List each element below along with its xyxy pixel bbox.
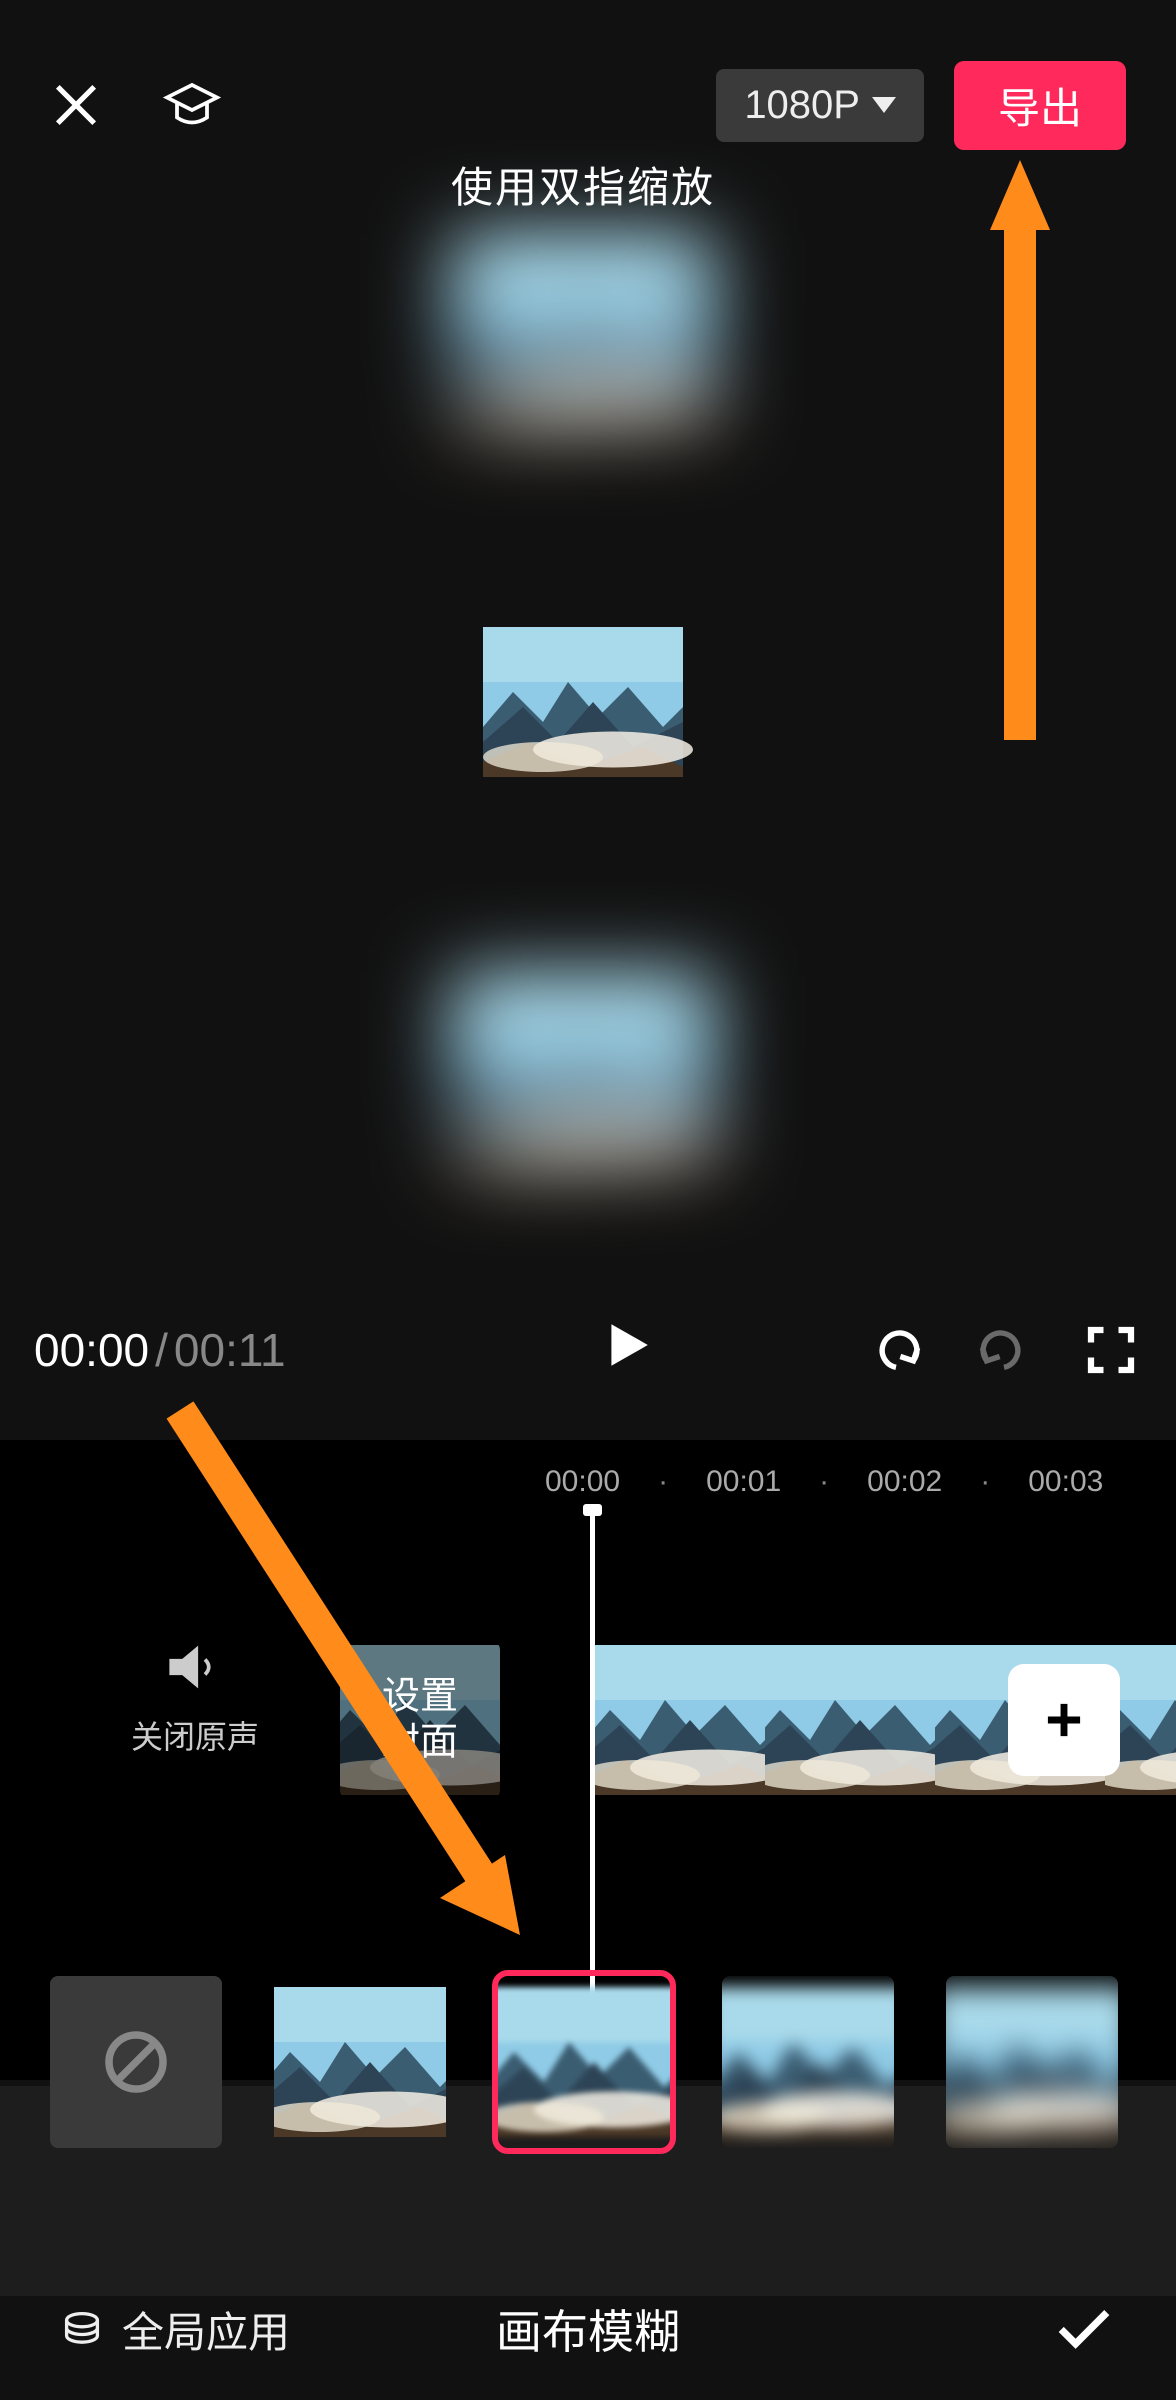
panel-title: 画布模糊 (496, 2296, 680, 2362)
global-apply-button[interactable]: 全局应用 (60, 2299, 290, 2360)
preview-video-frame (277, 522, 889, 882)
ruler-tick: · (980, 1465, 990, 1499)
blur-option-1[interactable] (498, 1976, 670, 2148)
set-cover-button[interactable]: 设置 封面 (340, 1640, 500, 1800)
add-clip-button[interactable] (1008, 1664, 1120, 1776)
bottom-action-bar: 全局应用 画布模糊 (0, 2284, 1176, 2374)
stack-icon (60, 2307, 104, 2351)
top-bar: 1080P 导出 (0, 70, 1176, 140)
time-current: 00:00 (34, 1323, 149, 1377)
blur-option-none[interactable] (50, 1976, 222, 2148)
close-button[interactable] (50, 79, 102, 131)
ruler-tick: 00:03 (1028, 1465, 1103, 1499)
fullscreen-button[interactable] (1086, 1325, 1136, 1375)
tutorial-icon[interactable] (162, 75, 222, 135)
mute-toggle[interactable]: 关闭原声 (120, 1640, 270, 1758)
clip-frame (595, 1640, 765, 1800)
export-button[interactable]: 导出 (954, 61, 1126, 150)
preview-hint-text: 使用双指缩放 (277, 154, 889, 215)
ruler-tick: 00:02 (867, 1465, 942, 1499)
timeline-ruler: 00:00 · 00:01 · 00:02 · 00:03 (0, 1462, 1176, 1502)
mute-label: 关闭原声 (131, 1712, 259, 1758)
timeline-playhead[interactable] (590, 1510, 595, 2050)
blur-option-2[interactable] (722, 1976, 894, 2148)
time-total: 00:11 (174, 1323, 286, 1377)
ruler-tick: 00:01 (706, 1465, 781, 1499)
clip-frame (765, 1640, 935, 1800)
preview-canvas[interactable]: 使用双指缩放 (277, 142, 889, 1262)
ruler-tick: · (819, 1465, 829, 1499)
redo-button[interactable] (978, 1326, 1030, 1374)
check-icon (1052, 2303, 1116, 2351)
blur-option-0[interactable] (274, 1976, 446, 2148)
quality-dropdown[interactable]: 1080P (716, 69, 924, 142)
global-apply-label: 全局应用 (122, 2299, 290, 2360)
blur-option-3[interactable] (946, 1976, 1118, 2148)
undo-button[interactable] (870, 1326, 922, 1374)
no-symbol-icon (100, 2026, 172, 2098)
time-separator: / (155, 1323, 168, 1377)
playback-bar: 00:00 / 00:11 (0, 1310, 1176, 1390)
chevron-down-icon (872, 97, 896, 113)
quality-label: 1080P (744, 83, 860, 128)
plus-icon (1041, 1697, 1087, 1743)
annotation-arrow-export (980, 160, 1060, 765)
blur-options-panel (0, 2086, 1176, 2296)
preview-blur-bottom (277, 882, 889, 1262)
cover-label: 设置 封面 (340, 1674, 500, 1765)
play-button[interactable] (601, 1319, 653, 1382)
ruler-tick: · (658, 1465, 668, 1499)
mute-icon (165, 1640, 225, 1694)
confirm-button[interactable] (1052, 2303, 1116, 2356)
ruler-tick: 00:00 (545, 1465, 620, 1499)
